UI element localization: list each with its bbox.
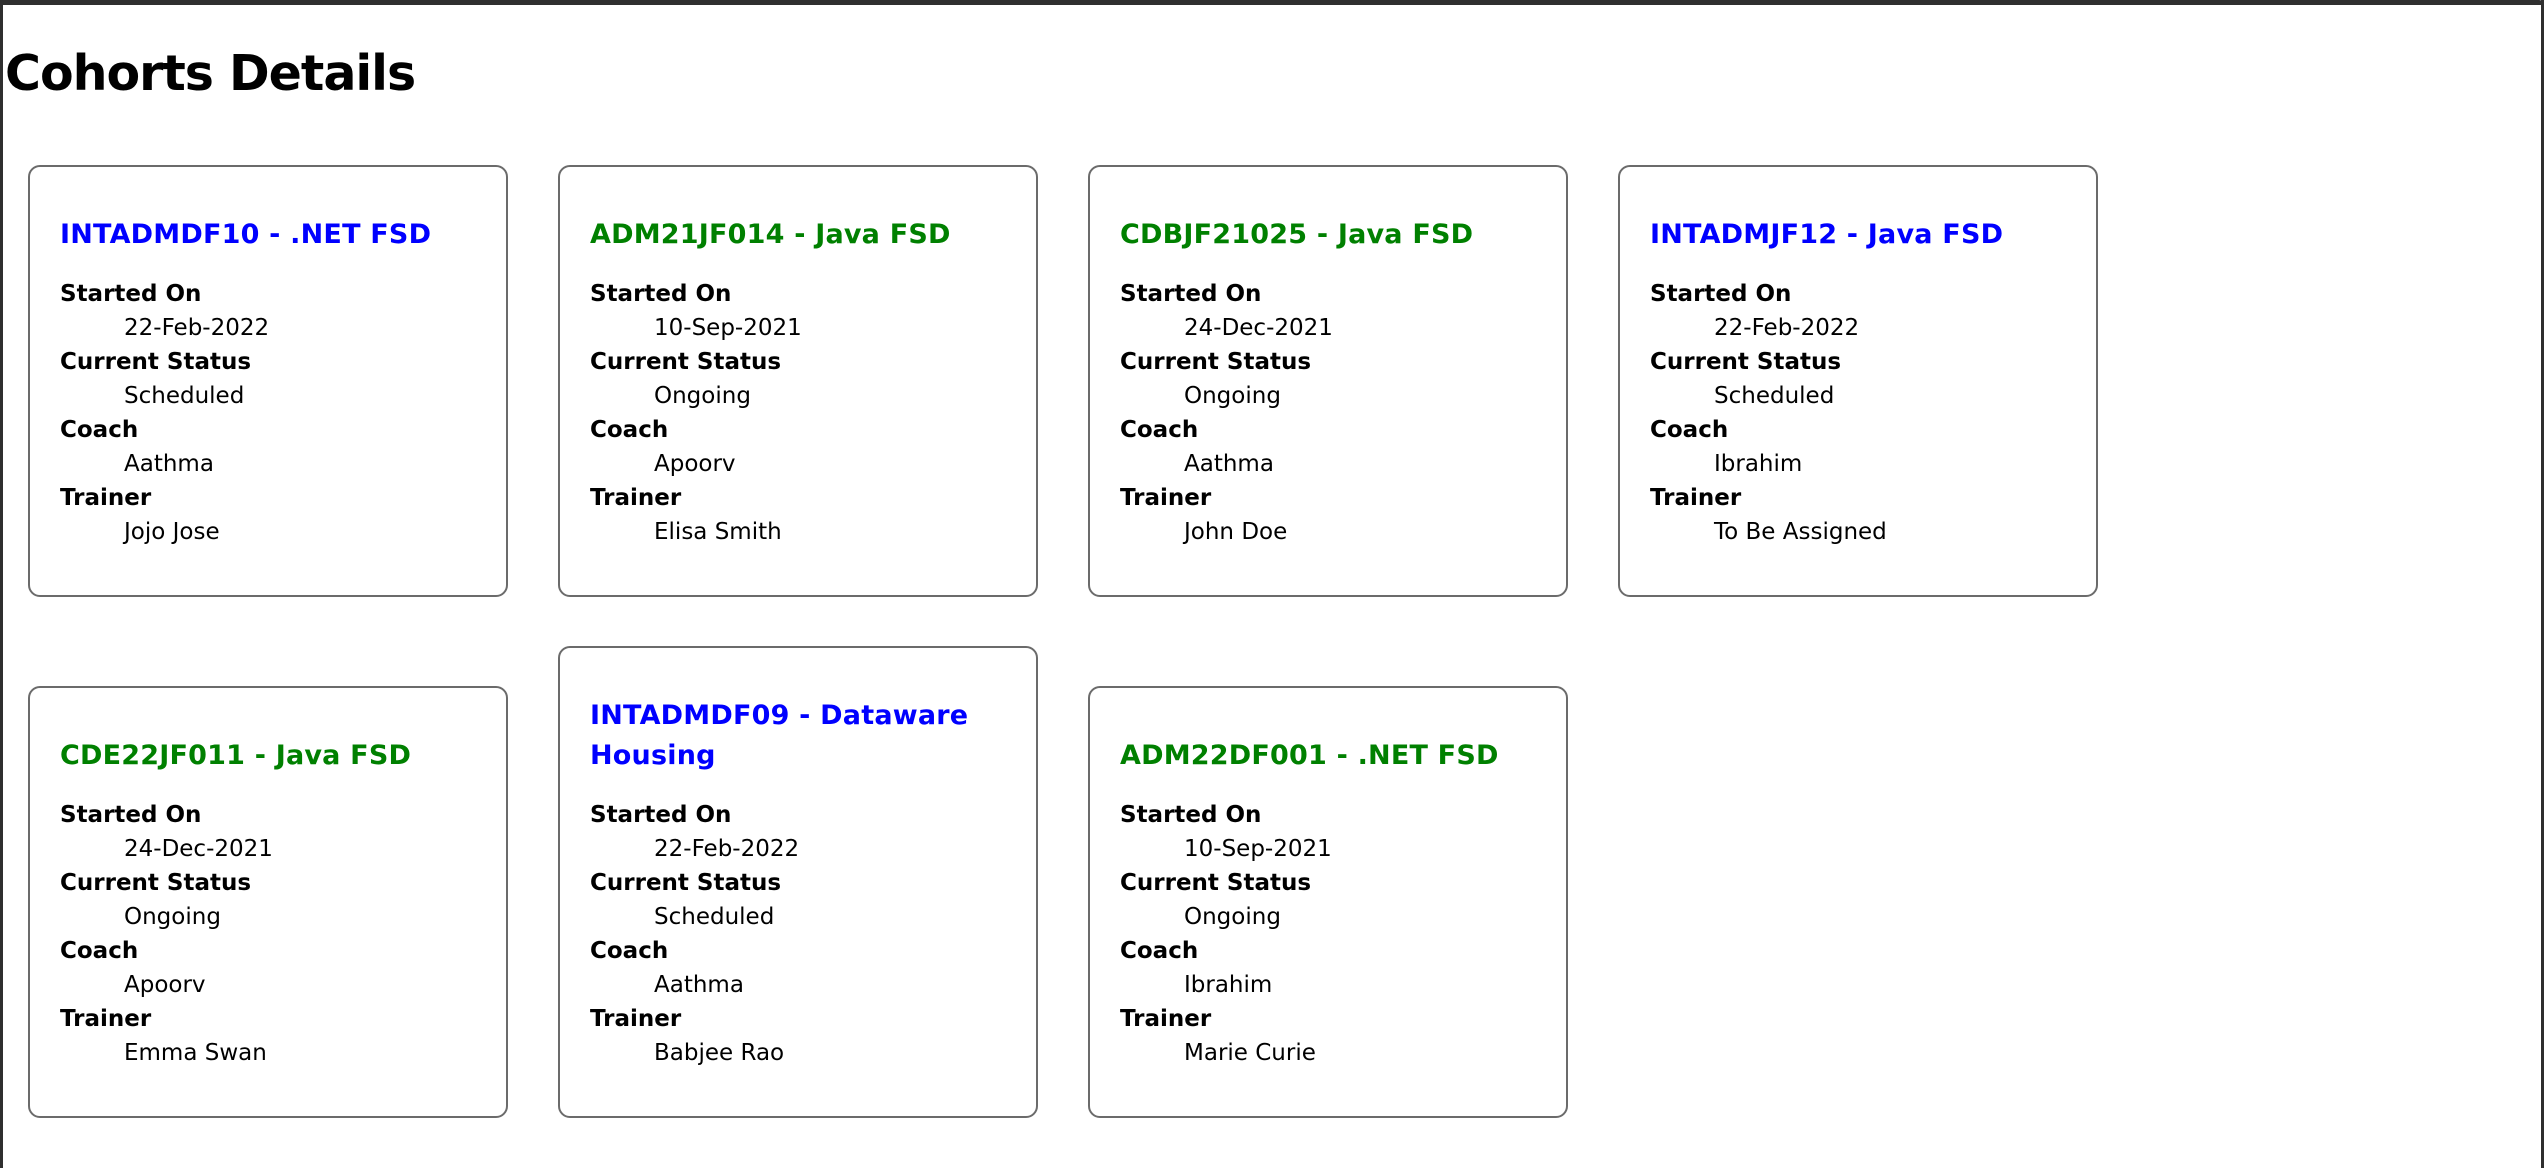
trainer-label: Trainer	[60, 1006, 152, 1032]
trainer-value: Marie Curie	[1184, 1040, 1316, 1066]
cohort-details: Started On 22-Feb-2022 Current Status Sc…	[60, 277, 476, 549]
trainer-label: Trainer	[1120, 485, 1212, 511]
cohort-title: INTADMDF10 - .NET FSD	[60, 219, 432, 250]
cohort-title: CDE22JF011 - Java FSD	[60, 740, 412, 771]
cohort-card: ADM21JF014 - Java FSD Started On 10-Sep-…	[558, 165, 1038, 597]
started-on-value: 24-Dec-2021	[1184, 315, 1333, 341]
trainer-value: Jojo Jose	[124, 519, 220, 545]
coach-label: Coach	[1120, 417, 1199, 443]
trainer-label: Trainer	[60, 485, 152, 511]
window-frame-left	[0, 0, 3, 1168]
trainer-value: John Doe	[1184, 519, 1288, 545]
cohort-details: Started On 22-Feb-2022 Current Status Sc…	[1650, 277, 2066, 549]
cohort-card: INTADMDF09 - Dataware Housing Started On…	[558, 646, 1038, 1118]
cohort-card: CDBJF21025 - Java FSD Started On 24-Dec-…	[1088, 165, 1568, 597]
coach-value: Aathma	[1184, 451, 1274, 477]
trainer-label: Trainer	[1120, 1006, 1212, 1032]
current-status-value: Ongoing	[1184, 383, 1281, 409]
started-on-value: 22-Feb-2022	[1714, 315, 1860, 341]
cohort-card: INTADMDF10 - .NET FSD Started On 22-Feb-…	[28, 165, 508, 597]
trainer-value: Babjee Rao	[654, 1040, 785, 1066]
current-status-label: Current Status	[1120, 349, 1312, 375]
cohort-title: CDBJF21025 - Java FSD	[1120, 219, 1474, 250]
current-status-label: Current Status	[60, 870, 252, 896]
coach-value: Aathma	[124, 451, 214, 477]
cohort-details: Started On 10-Sep-2021 Current Status On…	[1120, 798, 1536, 1070]
current-status-value: Scheduled	[124, 383, 245, 409]
current-status-value: Ongoing	[654, 383, 751, 409]
coach-label: Coach	[60, 417, 139, 443]
current-status-label: Current Status	[590, 349, 782, 375]
cohort-details: Started On 24-Dec-2021 Current Status On…	[60, 798, 476, 1070]
cohort-card: INTADMJF12 - Java FSD Started On 22-Feb-…	[1618, 165, 2098, 597]
cohort-title: ADM21JF014 - Java FSD	[590, 219, 951, 250]
started-on-label: Started On	[60, 802, 202, 828]
trainer-value: Emma Swan	[124, 1040, 267, 1066]
started-on-label: Started On	[60, 281, 202, 307]
current-status-label: Current Status	[1120, 870, 1312, 896]
trainer-label: Trainer	[1650, 485, 1742, 511]
trainer-value: Elisa Smith	[654, 519, 782, 545]
started-on-label: Started On	[590, 281, 732, 307]
current-status-label: Current Status	[590, 870, 782, 896]
started-on-label: Started On	[590, 802, 732, 828]
coach-label: Coach	[590, 417, 669, 443]
started-on-value: 22-Feb-2022	[124, 315, 270, 341]
current-status-value: Scheduled	[1714, 383, 1835, 409]
started-on-label: Started On	[1120, 802, 1262, 828]
coach-label: Coach	[1650, 417, 1729, 443]
cohort-details: Started On 22-Feb-2022 Current Status Sc…	[590, 798, 1006, 1070]
started-on-label: Started On	[1120, 281, 1262, 307]
cohort-details: Started On 10-Sep-2021 Current Status On…	[590, 277, 1006, 549]
trainer-label: Trainer	[590, 485, 682, 511]
cohort-details: Started On 24-Dec-2021 Current Status On…	[1120, 277, 1536, 549]
started-on-label: Started On	[1650, 281, 1792, 307]
coach-value: Aathma	[654, 972, 744, 998]
started-on-value: 10-Sep-2021	[654, 315, 802, 341]
coach-value: Apoorv	[124, 972, 206, 998]
cohort-card-grid: INTADMDF10 - .NET FSD Started On 22-Feb-…	[28, 0, 2544, 1168]
current-status-value: Scheduled	[654, 904, 775, 930]
cohort-card: ADM22DF001 - .NET FSD Started On 10-Sep-…	[1088, 686, 1568, 1118]
started-on-value: 24-Dec-2021	[124, 836, 273, 862]
cohort-title: ADM22DF001 - .NET FSD	[1120, 740, 1499, 771]
trainer-label: Trainer	[590, 1006, 682, 1032]
started-on-value: 10-Sep-2021	[1184, 836, 1332, 862]
started-on-value: 22-Feb-2022	[654, 836, 800, 862]
trainer-value: To Be Assigned	[1714, 519, 1887, 545]
coach-label: Coach	[60, 938, 139, 964]
current-status-value: Ongoing	[124, 904, 221, 930]
cohort-title: INTADMDF09 - Dataware Housing	[590, 700, 969, 771]
current-status-label: Current Status	[60, 349, 252, 375]
coach-label: Coach	[590, 938, 669, 964]
current-status-value: Ongoing	[1184, 904, 1281, 930]
cohort-title: INTADMJF12 - Java FSD	[1650, 219, 2004, 250]
cohort-card: CDE22JF011 - Java FSD Started On 24-Dec-…	[28, 686, 508, 1118]
coach-value: Ibrahim	[1184, 972, 1273, 998]
current-status-label: Current Status	[1650, 349, 1842, 375]
coach-value: Ibrahim	[1714, 451, 1803, 477]
coach-label: Coach	[1120, 938, 1199, 964]
coach-value: Apoorv	[654, 451, 736, 477]
